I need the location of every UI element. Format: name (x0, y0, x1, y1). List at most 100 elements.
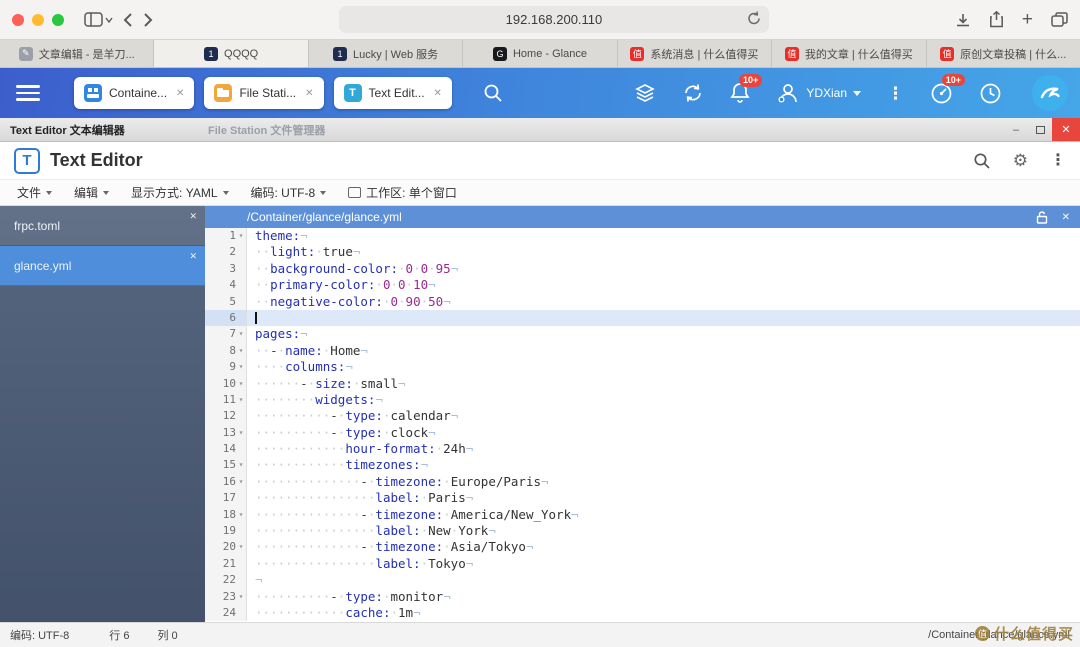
forward-button[interactable] (143, 12, 153, 28)
settings-gear-icon[interactable]: ⚙ (1013, 152, 1028, 169)
browser-tab[interactable]: GHome - Glance (463, 40, 617, 67)
code-line[interactable]: 21················label:·Tokyo¬ (205, 556, 1080, 572)
fold-toggle-icon[interactable]: ▾ (236, 359, 246, 375)
code-line[interactable]: 24············cache:·1m¬ (205, 605, 1080, 621)
menu-文件[interactable]: 文件 (6, 180, 63, 205)
code-text[interactable]: ············hour-format:·24h¬ (247, 441, 473, 457)
window-close-button[interactable]: ✕ (1052, 118, 1080, 141)
user-menu[interactable]: YDXian (776, 81, 861, 105)
app-tab-folder[interactable]: File Stati...✕ (204, 77, 323, 109)
code-text[interactable]: ··············-·timezone:·America/New_Yo… (247, 507, 579, 523)
code-text[interactable]: ····columns:¬ (247, 359, 353, 375)
minimize-window-button[interactable] (32, 14, 44, 26)
window-minimize-button[interactable]: – (1004, 118, 1028, 141)
close-window-button[interactable] (12, 14, 24, 26)
browser-tab[interactable]: 1Lucky | Web 服务 (309, 40, 463, 67)
code-text[interactable]: ············timezones:¬ (247, 457, 428, 473)
app-tab-container[interactable]: Containe...✕ (74, 77, 194, 109)
quickconnect-icon[interactable] (1032, 75, 1068, 111)
code-line[interactable]: 19················label:·New·York¬ (205, 523, 1080, 539)
code-line[interactable]: 18▾··············-·timezone:·America/New… (205, 507, 1080, 523)
document-close-icon[interactable]: ✕ (1062, 212, 1070, 223)
code-line[interactable]: 16▾··············-·timezone:·Europe/Pari… (205, 474, 1080, 490)
code-line[interactable]: 5··negative-color:·0·90·50¬ (205, 294, 1080, 310)
code-text[interactable]: ··negative-color:·0·90·50¬ (247, 294, 451, 310)
unlock-icon[interactable] (1036, 211, 1048, 224)
code-line[interactable]: 7▾pages:¬ (205, 326, 1080, 342)
code-line[interactable]: 17················label:·Paris¬ (205, 490, 1080, 506)
window-maximize-button[interactable] (1028, 118, 1052, 141)
reload-icon[interactable] (747, 11, 761, 26)
code-text[interactable]: pages:¬ (247, 326, 308, 342)
app-tab-close-icon[interactable]: ✕ (434, 88, 442, 99)
code-line[interactable]: 15▾············timezones:¬ (205, 457, 1080, 473)
code-text[interactable]: ··············-·timezone:·Asia/Tokyo¬ (247, 539, 533, 555)
file-close-icon[interactable]: ✕ (189, 251, 197, 262)
code-line[interactable]: 3··background-color:·0·0·95¬ (205, 261, 1080, 277)
downloads-icon[interactable] (955, 12, 971, 28)
code-text[interactable]: ··············-·timezone:·Europe/Paris¬ (247, 474, 549, 490)
app-tab-close-icon[interactable]: ✕ (176, 88, 184, 99)
browser-tab[interactable]: 值系统消息 | 什么值得买 (618, 40, 772, 67)
editor-search-icon[interactable] (973, 152, 991, 170)
tab-overview-icon[interactable] (1051, 12, 1068, 27)
code-line[interactable]: 23▾··········-·type:·monitor¬ (205, 589, 1080, 605)
layers-icon[interactable] (634, 82, 656, 104)
code-text[interactable]: ··········-·type:·clock¬ (247, 425, 436, 441)
fold-toggle-icon[interactable]: ▾ (236, 343, 246, 359)
code-line[interactable]: 8▾··-·name:·Home¬ (205, 343, 1080, 359)
fold-toggle-icon[interactable]: ▾ (236, 457, 246, 473)
code-line[interactable]: 10▾······-·size:·small¬ (205, 376, 1080, 392)
zoom-window-button[interactable] (52, 14, 64, 26)
code-line[interactable]: 4··primary-color:·0·0·10¬ (205, 277, 1080, 293)
fold-toggle-icon[interactable]: ▾ (236, 589, 246, 605)
browser-tab[interactable]: 1QQQQ (154, 40, 308, 67)
browser-tab[interactable]: ✎文章编辑 - 是羊刀... (0, 40, 154, 67)
new-tab-button[interactable]: + (1022, 10, 1033, 29)
file-close-icon[interactable]: ✕ (189, 211, 197, 222)
sync-icon[interactable] (682, 82, 704, 104)
code-line[interactable]: 1▾theme:¬ (205, 228, 1080, 244)
code-line[interactable]: 20▾··············-·timezone:·Asia/Tokyo¬ (205, 539, 1080, 555)
fold-toggle-icon[interactable]: ▾ (236, 392, 246, 408)
fold-toggle-icon[interactable]: ▾ (236, 425, 246, 441)
menu-编码[interactable]: 编码: UTF-8 (240, 180, 338, 205)
fold-toggle-icon[interactable]: ▾ (236, 228, 246, 244)
code-editor[interactable]: 1▾theme:¬2··light:·true¬3··background-co… (205, 228, 1080, 622)
code-text[interactable]: ················label:·Tokyo¬ (247, 556, 473, 572)
fold-toggle-icon[interactable]: ▾ (236, 326, 246, 342)
menu-显示方式[interactable]: 显示方式: YAML (120, 180, 239, 205)
browser-tab[interactable]: 值我的文章 | 什么值得买 (772, 40, 926, 67)
code-text[interactable]: ······-·size:·small¬ (247, 376, 406, 392)
background-window-title[interactable]: File Station 文件管理器 (208, 122, 325, 138)
code-text[interactable]: ··-·name:·Home¬ (247, 343, 368, 359)
code-text[interactable]: ········widgets:¬ (247, 392, 383, 408)
app-tab-texteditor[interactable]: Text Edit...✕ (334, 77, 452, 109)
resource-monitor-icon[interactable]: 10+ (930, 82, 953, 105)
back-button[interactable] (123, 12, 133, 28)
code-text[interactable]: ············cache:·1m¬ (247, 605, 421, 621)
code-line[interactable]: 6 (205, 310, 1080, 326)
code-line[interactable]: 2··light:·true¬ (205, 244, 1080, 260)
file-list-item[interactable]: glance.yml✕ (0, 246, 205, 286)
code-line[interactable]: 12··········-·type:·calendar¬ (205, 408, 1080, 424)
code-line[interactable]: 11▾········widgets:¬ (205, 392, 1080, 408)
fold-toggle-icon[interactable]: ▾ (236, 539, 246, 555)
main-menu-icon[interactable] (12, 85, 46, 101)
menu-工作区[interactable]: 工作区: 单个窗口 (337, 180, 468, 205)
fold-toggle-icon[interactable]: ▾ (236, 474, 246, 490)
editor-kebab-icon[interactable]: ⋮ (1050, 153, 1066, 169)
code-text[interactable]: ················label:·New·York¬ (247, 523, 496, 539)
code-text[interactable] (247, 310, 257, 326)
kebab-menu-icon[interactable]: ⋮ (887, 85, 904, 102)
browser-tab[interactable]: 值原创文章投稿 | 什么... (927, 40, 1080, 67)
code-text[interactable]: ¬ (247, 572, 263, 588)
code-line[interactable]: 22¬ (205, 572, 1080, 588)
code-text[interactable]: ················label:·Paris¬ (247, 490, 473, 506)
code-text[interactable]: theme:¬ (247, 228, 308, 244)
code-text[interactable]: ··background-color:·0·0·95¬ (247, 261, 458, 277)
code-text[interactable]: ··········-·type:·monitor¬ (247, 589, 451, 605)
code-line[interactable]: 14············hour-format:·24h¬ (205, 441, 1080, 457)
document-tab[interactable]: /Container/glance/glance.yml ✕ (205, 206, 1080, 228)
desktop-search-icon[interactable] (482, 82, 504, 104)
